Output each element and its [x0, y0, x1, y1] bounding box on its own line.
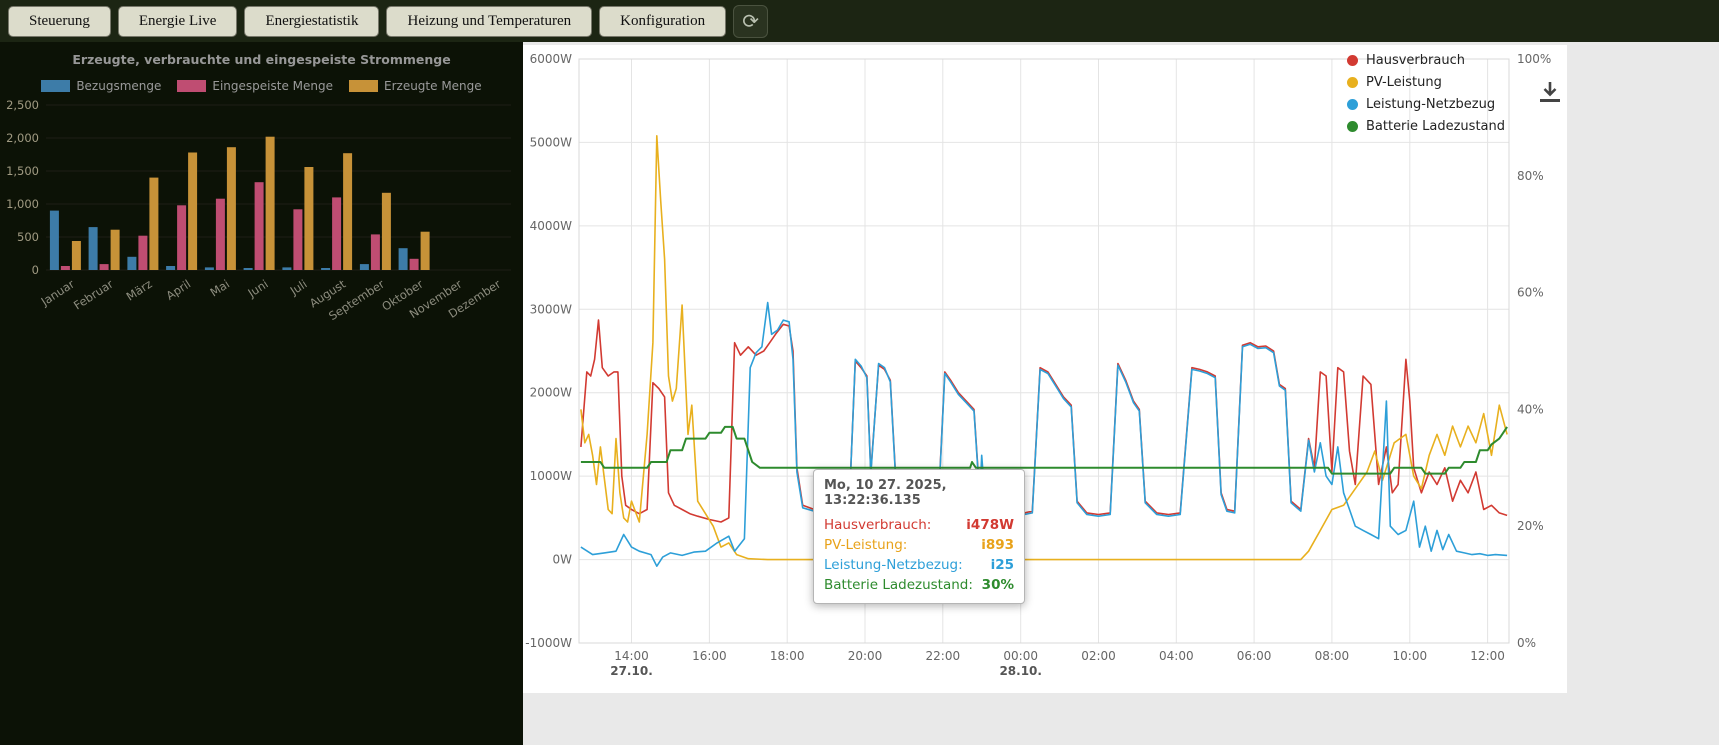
svg-text:10:00: 10:00: [1393, 649, 1428, 663]
tooltip-value: i25: [990, 557, 1014, 573]
svg-text:2,000: 2,000: [6, 131, 39, 145]
svg-text:20:00: 20:00: [848, 649, 883, 663]
svg-text:3000W: 3000W: [530, 302, 573, 316]
tooltip-row-batterie-ladezustand: Batterie Ladezustand: 30%: [824, 575, 1014, 595]
svg-text:500: 500: [17, 230, 39, 244]
svg-text:18:00: 18:00: [770, 649, 805, 663]
tooltip-label: Leistung-Netzbezug:: [824, 557, 963, 573]
svg-text:0%: 0%: [1517, 636, 1536, 650]
svg-text:0: 0: [32, 263, 39, 277]
nav-heizung-temperaturen-button[interactable]: Heizung und Temperaturen: [386, 5, 593, 37]
legend-item-pv-leistung[interactable]: PV-Leistung: [1346, 75, 1505, 90]
tooltip-value: i478W: [966, 517, 1014, 533]
energy-statistics-panel: Erzeugte, verbrauchte und eingespeiste S…: [0, 42, 523, 745]
power-timeline-line-chart[interactable]: -1000W 0W 1000W 2000W 3000W 4000W 5000W 6000W 0%…: [523, 45, 1567, 693]
svg-text:0W: 0W: [553, 553, 573, 567]
tooltip-row-leistung-netzbezug: Leistung-Netzbezug: i25: [824, 555, 1014, 575]
svg-text:1000W: 1000W: [530, 469, 573, 483]
svg-text:5000W: 5000W: [530, 135, 573, 149]
svg-text:2,500: 2,500: [6, 98, 39, 112]
download-icon[interactable]: [1538, 81, 1562, 106]
svg-text:6000W: 6000W: [530, 52, 573, 66]
chart-tooltip: Mo, 10 27. 2025, 13:22:36.135 Hausverbra…: [813, 469, 1025, 604]
leistung-netzbezug-dot-icon: [1346, 99, 1358, 110]
line-chart-legend: Hausverbrauch PV-Leistung Leistung-Netzb…: [1346, 53, 1505, 134]
svg-text:Februar: Februar: [71, 277, 116, 313]
tooltip-value: 30%: [981, 577, 1014, 593]
legend-label: PV-Leistung: [1365, 75, 1442, 90]
tooltip-row-hausverbrauch: Hausverbrauch: i478W: [824, 515, 1014, 535]
nav-steuerung-button[interactable]: Steuerung: [8, 5, 111, 37]
svg-text:4000W: 4000W: [530, 219, 573, 233]
top-navigation: Steuerung Energie Live Energiestatistik …: [0, 0, 1719, 42]
bar-chart-title: Erzeugte, verbrauchte und eingespeiste S…: [72, 52, 451, 67]
tooltip-label: PV-Leistung:: [824, 537, 908, 553]
tooltip-label: Batterie Ladezustand:: [824, 577, 973, 593]
nav-konfiguration-button[interactable]: Konfiguration: [599, 5, 727, 37]
legend-label: Batterie Ladezustand: [1365, 119, 1505, 134]
svg-text:100%: 100%: [1517, 52, 1551, 66]
svg-text:12:00: 12:00: [1470, 649, 1505, 663]
svg-text:Juli: Juli: [287, 277, 310, 299]
batterie-ladezustand-dot-icon: [1346, 121, 1358, 132]
svg-text:80%: 80%: [1517, 169, 1544, 183]
main-area: -1000W 0W 1000W 2000W 3000W 4000W 5000W 6000W 0%…: [523, 42, 1719, 745]
svg-text:06:00: 06:00: [1237, 649, 1272, 663]
svg-text:20%: 20%: [1517, 519, 1544, 533]
svg-text:2000W: 2000W: [530, 386, 573, 400]
tooltip-label: Hausverbrauch:: [824, 517, 932, 533]
legend-item-batterie-ladezustand[interactable]: Batterie Ladezustand: [1346, 119, 1505, 134]
nav-energie-live-button[interactable]: Energie Live: [117, 5, 238, 37]
legend-label: Eingespeiste Menge: [212, 79, 333, 93]
tooltip-row-pv-leistung: PV-Leistung: i893: [824, 535, 1014, 555]
legend-item-eingespeiste-menge[interactable]: Eingespeiste Menge: [177, 79, 333, 93]
svg-text:1,500: 1,500: [6, 164, 39, 178]
svg-text:00:00: 00:00: [1003, 649, 1038, 663]
svg-text:Mai: Mai: [207, 277, 232, 300]
tooltip-timestamp: Mo, 10 27. 2025, 13:22:36.135: [824, 478, 947, 508]
svg-text:März: März: [124, 277, 155, 304]
svg-text:27.10.: 27.10.: [610, 664, 653, 678]
svg-text:Januar: Januar: [38, 277, 78, 309]
svg-text:Juni: Juni: [245, 277, 271, 301]
legend-item-leistung-netzbezug[interactable]: Leistung-Netzbezug: [1346, 97, 1505, 112]
hausverbrauch-dot-icon: [1346, 55, 1358, 66]
svg-text:1,000: 1,000: [6, 197, 39, 211]
svg-text:14:00: 14:00: [614, 649, 649, 663]
refresh-icon[interactable]: ⟳: [733, 4, 769, 38]
legend-item-bezugsmenge[interactable]: Bezugsmenge: [41, 79, 161, 93]
svg-text:60%: 60%: [1517, 286, 1544, 300]
svg-text:22:00: 22:00: [926, 649, 961, 663]
svg-text:28.10.: 28.10.: [999, 664, 1042, 678]
svg-text:-1000W: -1000W: [525, 636, 572, 650]
bar-chart-legend: Bezugsmenge Eingespeiste Menge Erzeugte …: [0, 79, 523, 93]
page-content: Erzeugte, verbrauchte und eingespeiste S…: [0, 42, 1719, 745]
legend-label: Hausverbrauch: [1365, 53, 1465, 68]
pv-leistung-dot-icon: [1346, 77, 1358, 88]
nav-energiestatistik-button[interactable]: Energiestatistik: [244, 5, 380, 37]
legend-item-hausverbrauch[interactable]: Hausverbrauch: [1346, 53, 1505, 68]
svg-text:02:00: 02:00: [1081, 649, 1116, 663]
legend-label: Leistung-Netzbezug: [1365, 97, 1496, 112]
tooltip-value: i893: [981, 537, 1014, 553]
bezugsmenge-swatch: [41, 80, 71, 92]
svg-text:04:00: 04:00: [1159, 649, 1194, 663]
svg-text:40%: 40%: [1517, 402, 1544, 416]
monthly-energy-bar-chart: 0 500 1,000 1,500 2,000 2,500 JanuarFebruar Mär…: [6, 98, 511, 323]
svg-text:April: April: [164, 277, 194, 303]
svg-text:16:00: 16:00: [692, 649, 727, 663]
legend-item-erzeugte-menge[interactable]: Erzeugte Menge: [349, 79, 482, 93]
erzeugte-menge-swatch: [349, 80, 378, 92]
legend-label: Erzeugte Menge: [384, 79, 482, 93]
svg-text:08:00: 08:00: [1315, 649, 1350, 663]
eingespeiste-menge-swatch: [177, 80, 207, 92]
legend-label: Bezugsmenge: [76, 79, 162, 93]
power-timeline-chart-panel: -1000W 0W 1000W 2000W 3000W 4000W 5000W 6000W 0%…: [523, 45, 1567, 693]
